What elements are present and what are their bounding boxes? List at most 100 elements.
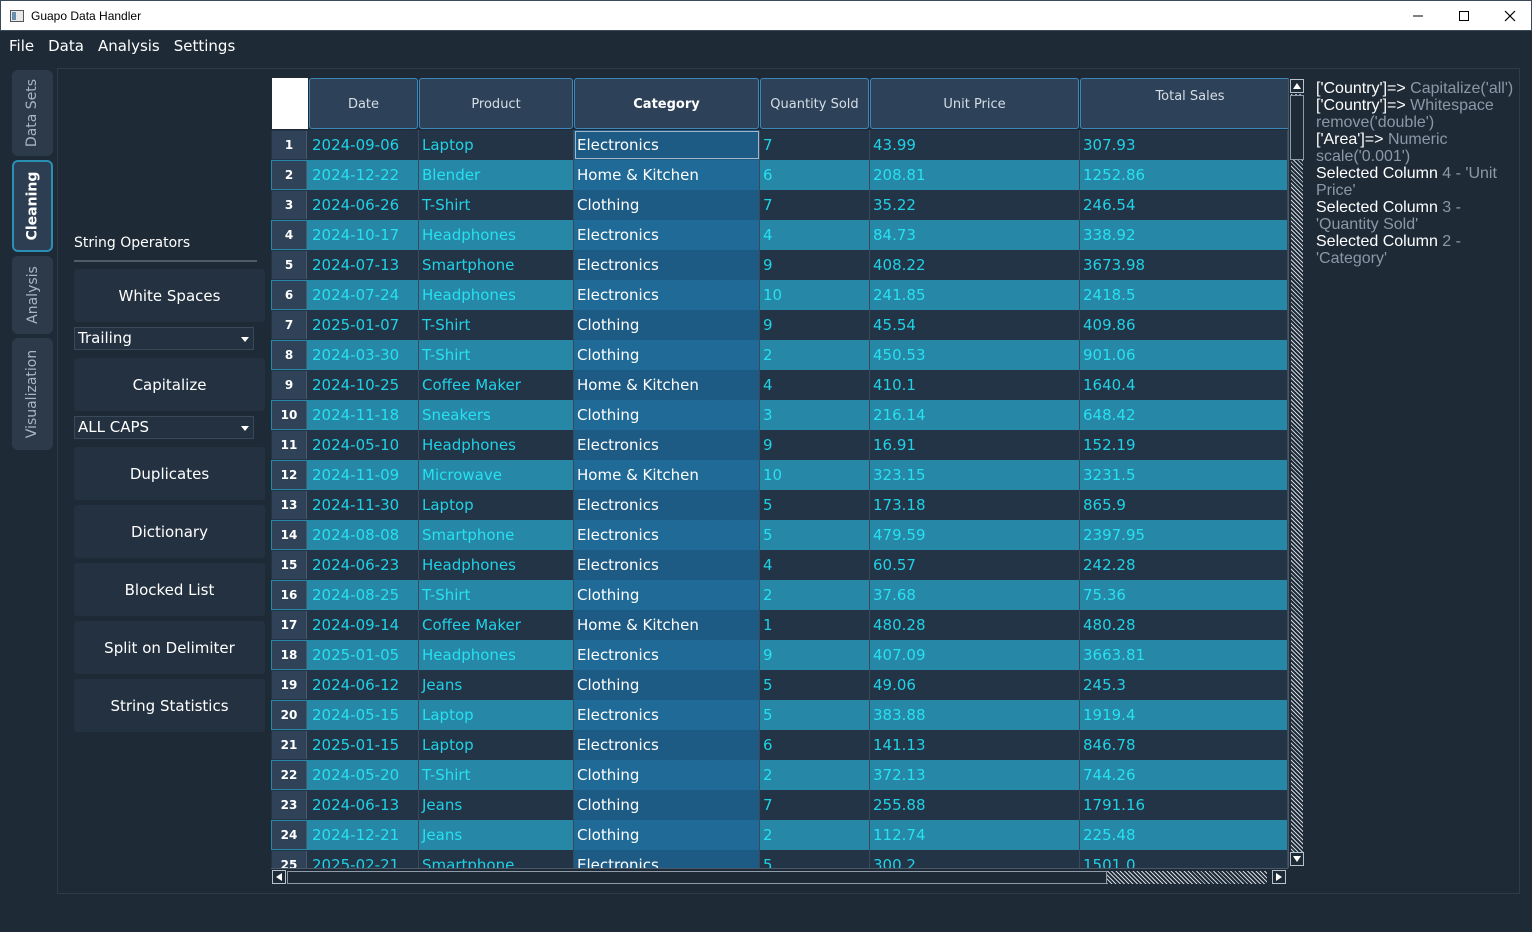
table-corner-button[interactable] (272, 78, 308, 129)
cell-quantity-sold[interactable]: 4 (760, 550, 870, 580)
cell-total-sales[interactable]: 648.42 (1080, 400, 1288, 430)
cell-product[interactable]: Smartphone (419, 520, 574, 550)
table-row[interactable]: 24 2024-12-21 Jeans Clothing 2 112.74 225.48 (271, 820, 1288, 850)
cell-date[interactable]: 2025-02-21 (309, 850, 419, 870)
cell-date[interactable]: 2024-06-12 (309, 670, 419, 700)
cell-quantity-sold[interactable]: 7 (760, 190, 870, 220)
cell-quantity-sold[interactable]: 3 (760, 400, 870, 430)
scroll-thumb-horizontal[interactable] (287, 871, 1107, 884)
row-number[interactable]: 4 (272, 221, 307, 249)
cell-total-sales[interactable]: 75.36 (1080, 580, 1288, 610)
cell-date[interactable]: 2024-06-13 (309, 790, 419, 820)
cell-category[interactable]: Clothing (574, 790, 760, 820)
table-row[interactable]: 21 2025-01-15 Laptop Electronics 6 141.13 846.… (271, 730, 1288, 760)
cell-category[interactable]: Electronics (574, 220, 760, 250)
cell-category[interactable]: Electronics (574, 250, 760, 280)
cell-unit-price[interactable]: 479.59 (870, 520, 1080, 550)
cell-total-sales[interactable]: 1791.16 (1080, 790, 1288, 820)
row-number[interactable]: 15 (272, 551, 307, 579)
cell-unit-price[interactable]: 255.88 (870, 790, 1080, 820)
menu-file[interactable]: File (2, 31, 41, 61)
cell-total-sales[interactable]: 152.19 (1080, 430, 1288, 460)
table-row[interactable]: 2 2024-12-22 Blender Home & Kitchen 6 208.81 1… (271, 160, 1288, 190)
cell-unit-price[interactable]: 408.22 (870, 250, 1080, 280)
cell-quantity-sold[interactable]: 4 (760, 370, 870, 400)
cell-date[interactable]: 2024-11-30 (309, 490, 419, 520)
whitespace-mode-select[interactable]: Trailing (74, 327, 254, 350)
cell-date[interactable]: 2025-01-05 (309, 640, 419, 670)
cell-category[interactable]: Home & Kitchen (574, 460, 760, 490)
cell-product[interactable]: Blender (419, 160, 574, 190)
row-number[interactable]: 2 (272, 161, 307, 189)
cell-quantity-sold[interactable]: 5 (760, 670, 870, 700)
cell-product[interactable]: Microwave (419, 460, 574, 490)
row-number[interactable]: 7 (272, 311, 307, 339)
cell-quantity-sold[interactable]: 5 (760, 520, 870, 550)
cell-product[interactable]: Jeans (419, 790, 574, 820)
cell-date[interactable]: 2024-09-06 (309, 130, 419, 160)
cell-category[interactable]: Clothing (574, 190, 760, 220)
cell-product[interactable]: Laptop (419, 730, 574, 760)
row-number[interactable]: 13 (272, 491, 307, 519)
table-row[interactable]: 15 2024-06-23 Headphones Electronics 4 60.57 2… (271, 550, 1288, 580)
cell-total-sales[interactable]: 409.86 (1080, 310, 1288, 340)
cell-category[interactable]: Clothing (574, 670, 760, 700)
row-number[interactable]: 20 (272, 701, 307, 729)
cell-total-sales[interactable]: 1501.0 (1080, 850, 1288, 870)
cell-quantity-sold[interactable]: 5 (760, 490, 870, 520)
cell-product[interactable]: Coffee Maker (419, 610, 574, 640)
header-category[interactable]: Category (574, 78, 759, 129)
cell-quantity-sold[interactable]: 9 (760, 640, 870, 670)
cell-total-sales[interactable]: 338.92 (1080, 220, 1288, 250)
cell-product[interactable]: Headphones (419, 220, 574, 250)
cell-quantity-sold[interactable]: 10 (760, 460, 870, 490)
cell-category[interactable]: Electronics (574, 550, 760, 580)
cell-date[interactable]: 2024-06-26 (309, 190, 419, 220)
cell-unit-price[interactable]: 241.85 (870, 280, 1080, 310)
cell-total-sales[interactable]: 242.28 (1080, 550, 1288, 580)
maximize-button[interactable] (1441, 1, 1487, 31)
row-number[interactable]: 21 (272, 731, 307, 759)
cell-quantity-sold[interactable]: 5 (760, 850, 870, 870)
table-row[interactable]: 19 2024-06-12 Jeans Clothing 5 49.06 245.3 (271, 670, 1288, 700)
vertical-scrollbar[interactable] (1288, 78, 1304, 868)
table-row[interactable]: 23 2024-06-13 Jeans Clothing 7 255.88 1791.16 (271, 790, 1288, 820)
cell-unit-price[interactable]: 173.18 (870, 490, 1080, 520)
table-row[interactable]: 12 2024-11-09 Microwave Home & Kitchen 10 323… (271, 460, 1288, 490)
row-number[interactable]: 17 (272, 611, 307, 639)
scroll-right-button[interactable] (1272, 870, 1286, 884)
row-number[interactable]: 10 (272, 401, 307, 429)
scroll-left-button[interactable] (272, 870, 286, 884)
cell-product[interactable]: T-Shirt (419, 310, 574, 340)
table-row[interactable]: 10 2024-11-18 Sneakers Clothing 3 216.14 648.4… (271, 400, 1288, 430)
cell-total-sales[interactable]: 1640.4 (1080, 370, 1288, 400)
cell-category[interactable]: Clothing (574, 760, 760, 790)
row-number[interactable]: 3 (272, 191, 307, 219)
cell-total-sales[interactable]: 480.28 (1080, 610, 1288, 640)
cell-product[interactable]: T-Shirt (419, 340, 574, 370)
cell-category[interactable]: Home & Kitchen (574, 160, 760, 190)
cell-total-sales[interactable]: 246.54 (1080, 190, 1288, 220)
cell-product[interactable]: T-Shirt (419, 580, 574, 610)
table-row[interactable]: 3 2024-06-26 T-Shirt Clothing 7 35.22 246.54 (271, 190, 1288, 220)
cell-total-sales[interactable]: 307.93 (1080, 130, 1288, 160)
table-row[interactable]: 8 2024-03-30 T-Shirt Clothing 2 450.53 901.06 (271, 340, 1288, 370)
cell-product[interactable]: Headphones (419, 430, 574, 460)
table-row[interactable]: 18 2025-01-05 Headphones Electronics 9 407.09… (271, 640, 1288, 670)
row-number[interactable]: 12 (272, 461, 307, 489)
cell-product[interactable]: T-Shirt (419, 190, 574, 220)
table-row[interactable]: 16 2024-08-25 T-Shirt Clothing 2 37.68 75.36 (271, 580, 1288, 610)
cell-unit-price[interactable]: 410.1 (870, 370, 1080, 400)
split-on-delimiter-button[interactable]: Split on Delimiter (74, 621, 265, 674)
row-number[interactable]: 24 (272, 821, 307, 849)
cell-date[interactable]: 2024-03-30 (309, 340, 419, 370)
table-row[interactable]: 22 2024-05-20 T-Shirt Clothing 2 372.13 744.26 (271, 760, 1288, 790)
cell-total-sales[interactable]: 744.26 (1080, 760, 1288, 790)
cell-product[interactable]: Smartphone (419, 850, 574, 870)
cell-total-sales[interactable]: 865.9 (1080, 490, 1288, 520)
cell-product[interactable]: T-Shirt (419, 760, 574, 790)
cell-quantity-sold[interactable]: 4 (760, 220, 870, 250)
cell-category[interactable]: Electronics (574, 280, 760, 310)
cell-total-sales[interactable]: 901.06 (1080, 340, 1288, 370)
cell-category[interactable]: Electronics (574, 520, 760, 550)
